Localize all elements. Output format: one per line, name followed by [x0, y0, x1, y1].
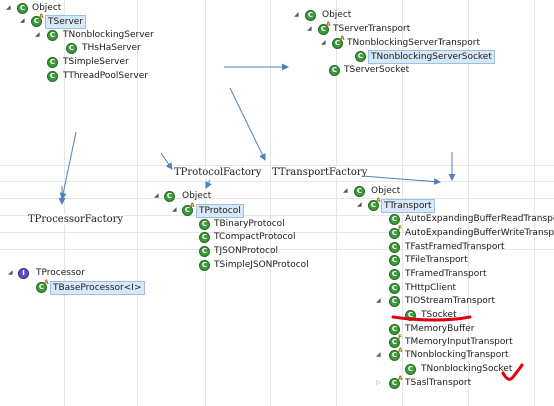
connector-arrow: [361, 175, 441, 186]
red-checkmark-annotation: [501, 363, 524, 381]
connector-arrow: [160, 152, 173, 170]
connector-arrow: [59, 131, 77, 200]
connector-arrow: [205, 179, 212, 189]
red-underline-annotation: [391, 315, 472, 322]
connector-arrow: [229, 87, 266, 161]
connector-overlay: [58, 63, 524, 381]
